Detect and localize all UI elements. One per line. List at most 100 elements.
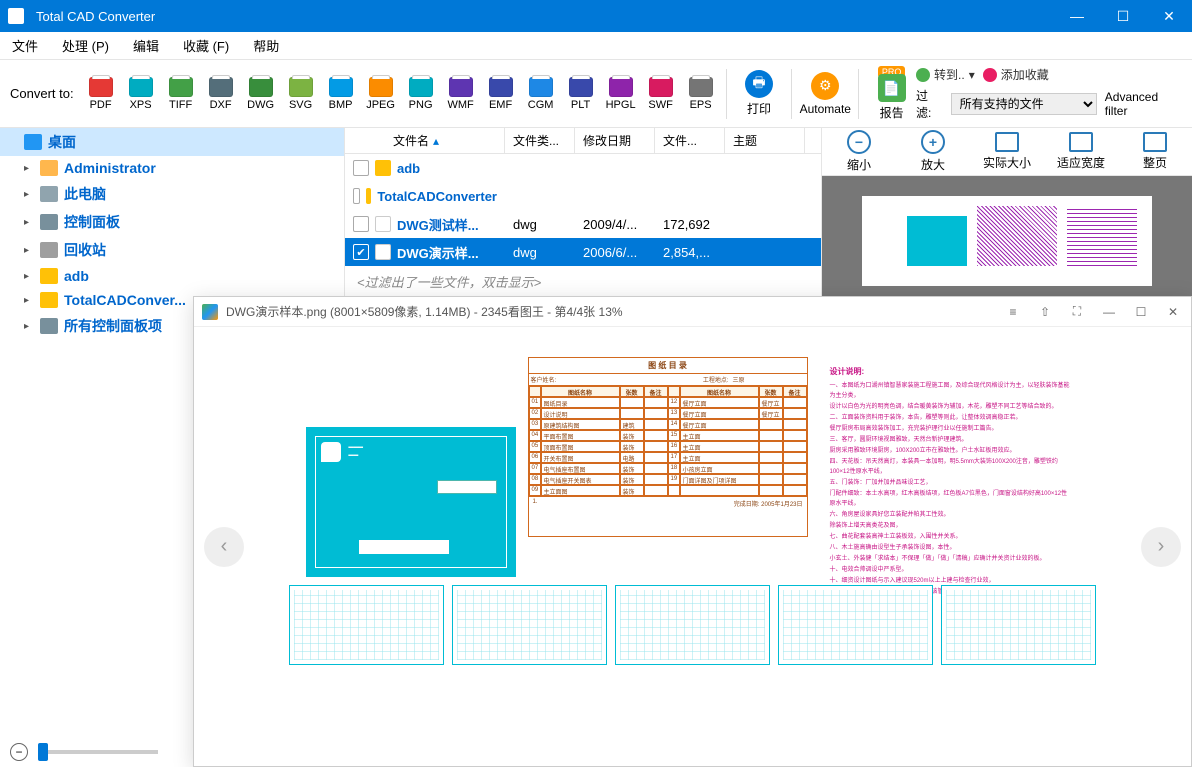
- column-subject[interactable]: 主题: [725, 128, 805, 153]
- format-bmp[interactable]: BMP: [324, 77, 358, 111]
- close-button[interactable]: ✕: [1146, 0, 1192, 32]
- menu-item[interactable]: 收藏 (F): [171, 32, 241, 59]
- tree-item[interactable]: 桌面: [0, 128, 344, 156]
- column-date[interactable]: 修改日期: [575, 128, 655, 153]
- format-icon: [609, 77, 633, 97]
- zoom-out-button[interactable]: −: [10, 743, 28, 761]
- drawing-thumbnail: [289, 585, 444, 665]
- drawing-thumbnail: [778, 585, 933, 665]
- zoom-button[interactable]: 实际大小: [970, 128, 1044, 175]
- format-emf[interactable]: EMF: [484, 77, 518, 111]
- automate-button[interactable]: ⚙ Automate: [800, 72, 850, 116]
- format-icon: [89, 77, 113, 97]
- print-icon: 🖶: [745, 70, 773, 98]
- format-icon: [449, 77, 473, 97]
- viewer-fullscreen-button[interactable]: ⛶: [1067, 304, 1087, 319]
- viewer-maximize-button[interactable]: ☐: [1131, 305, 1151, 319]
- report-button[interactable]: PRO 📄 报告: [867, 66, 916, 121]
- folder-icon: [366, 188, 372, 204]
- format-icon: [209, 77, 233, 97]
- drawing-index-table: 图 纸 目 录 客户姓名: 工程地点: 三原 图纸名称张数备注图纸名称张数备注0…: [528, 357, 808, 537]
- tree-item[interactable]: ▸Administrator: [0, 156, 344, 180]
- folder-icon: [40, 268, 58, 284]
- tree-item[interactable]: ▸回收站: [0, 236, 344, 264]
- file-row[interactable]: TotalCADConverter: [345, 182, 821, 210]
- report-icon: 📄: [878, 74, 906, 102]
- goto-icon: [916, 68, 930, 82]
- format-dxf[interactable]: DXF: [204, 77, 238, 111]
- viewer-minimize-button[interactable]: —: [1099, 305, 1119, 319]
- checkbox[interactable]: [353, 160, 369, 176]
- zoom-slider[interactable]: [38, 750, 158, 754]
- tree-item[interactable]: ▸此电脑: [0, 180, 344, 208]
- format-pdf[interactable]: PDF: [84, 77, 118, 111]
- viewer-content: ‹ › ━━━━━ 图 纸 目 录 客户姓名: 工程地点: 三原 图纸名称张数备…: [194, 327, 1191, 766]
- format-eps[interactable]: EPS: [684, 77, 718, 111]
- file-row[interactable]: DWG测试样... dwg 2009/4/... 172,692: [345, 210, 821, 238]
- format-tiff[interactable]: TIFF: [164, 77, 198, 111]
- viewer-title: DWG演示样本.png (8001×5809像素, 1.14MB) - 2345…: [226, 303, 995, 320]
- drawing-thumbnails: [194, 585, 1191, 665]
- viewer-window-controls: ≡ ⇧ ⛶ — ☐ ✕: [1003, 304, 1183, 319]
- column-size[interactable]: 文件...: [655, 128, 725, 153]
- fit-icon: [995, 132, 1019, 152]
- favorite-icon: [983, 68, 997, 82]
- viewer-pin-button[interactable]: ⇧: [1035, 305, 1055, 319]
- zoom-button[interactable]: 适应宽度: [1044, 128, 1118, 175]
- format-buttons: PDFXPSTIFFDXFDWGSVGBMPJPEGPNGWMFEMFCGMPL…: [84, 77, 718, 111]
- format-cgm[interactable]: CGM: [524, 77, 558, 111]
- filter-note[interactable]: <过滤出了一些文件，双击显示>: [345, 266, 821, 297]
- format-icon: [649, 77, 673, 97]
- filter-label: 过滤:: [916, 87, 943, 121]
- titlebar: Total CAD Converter — ☐ ✕: [0, 0, 1192, 32]
- format-wmf[interactable]: WMF: [444, 77, 478, 111]
- column-name[interactable]: 文件名 ▴: [345, 128, 505, 153]
- menu-item[interactable]: 处理 (P): [50, 32, 121, 59]
- menu-item[interactable]: 帮助: [241, 32, 291, 59]
- file-icon: [375, 244, 391, 260]
- filter-select[interactable]: 所有支持的文件: [951, 93, 1097, 115]
- preview-sheet: [862, 196, 1152, 286]
- format-icon: [169, 77, 193, 97]
- print-button[interactable]: 🖶 打印: [735, 70, 784, 117]
- menu-item[interactable]: 文件: [0, 32, 50, 59]
- checkbox[interactable]: [353, 216, 369, 232]
- window-controls: — ☐ ✕: [1054, 0, 1192, 32]
- format-icon: [489, 77, 513, 97]
- format-xps[interactable]: XPS: [124, 77, 158, 111]
- format-icon: [409, 77, 433, 97]
- advanced-filter-link[interactable]: Advanced filter: [1105, 90, 1182, 118]
- file-row[interactable]: ✔DWG演示样... dwg 2006/6/... 2,854,...: [345, 238, 821, 266]
- goto-button[interactable]: 转到..▾: [916, 66, 975, 83]
- format-icon: [129, 77, 153, 97]
- zoom-button[interactable]: 整页: [1118, 128, 1192, 175]
- maximize-button[interactable]: ☐: [1100, 0, 1146, 32]
- zoom-button[interactable]: +放大: [896, 128, 970, 175]
- file-row[interactable]: adb: [345, 154, 821, 182]
- prev-image-button[interactable]: ‹: [204, 527, 244, 567]
- viewer-close-button[interactable]: ✕: [1163, 305, 1183, 319]
- toolbar-right: 转到..▾ 添加收藏 过滤: 所有支持的文件 Advanced filter: [916, 66, 1192, 121]
- format-svg[interactable]: SVG: [284, 77, 318, 111]
- viewer-menu-button[interactable]: ≡: [1003, 305, 1023, 319]
- checkbox[interactable]: ✔: [353, 244, 369, 260]
- add-favorite-button[interactable]: 添加收藏: [983, 66, 1049, 83]
- app-icon: [8, 8, 24, 24]
- fit-icon: [1143, 132, 1167, 152]
- tree-item[interactable]: ▸控制面板: [0, 208, 344, 236]
- format-swf[interactable]: SWF: [644, 77, 678, 111]
- automate-icon: ⚙: [811, 72, 839, 100]
- format-jpeg[interactable]: JPEG: [364, 77, 398, 111]
- menu-item[interactable]: 编辑: [121, 32, 171, 59]
- user-icon: [40, 160, 58, 176]
- tree-item[interactable]: ▸adb: [0, 264, 344, 288]
- format-plt[interactable]: PLT: [564, 77, 598, 111]
- column-type[interactable]: 文件类...: [505, 128, 575, 153]
- format-dwg[interactable]: DWG: [244, 77, 278, 111]
- checkbox[interactable]: [353, 188, 360, 204]
- format-hpgl[interactable]: HPGL: [604, 77, 638, 111]
- next-image-button[interactable]: ›: [1141, 527, 1181, 567]
- minimize-button[interactable]: —: [1054, 0, 1100, 32]
- zoom-button[interactable]: −缩小: [822, 128, 896, 175]
- format-png[interactable]: PNG: [404, 77, 438, 111]
